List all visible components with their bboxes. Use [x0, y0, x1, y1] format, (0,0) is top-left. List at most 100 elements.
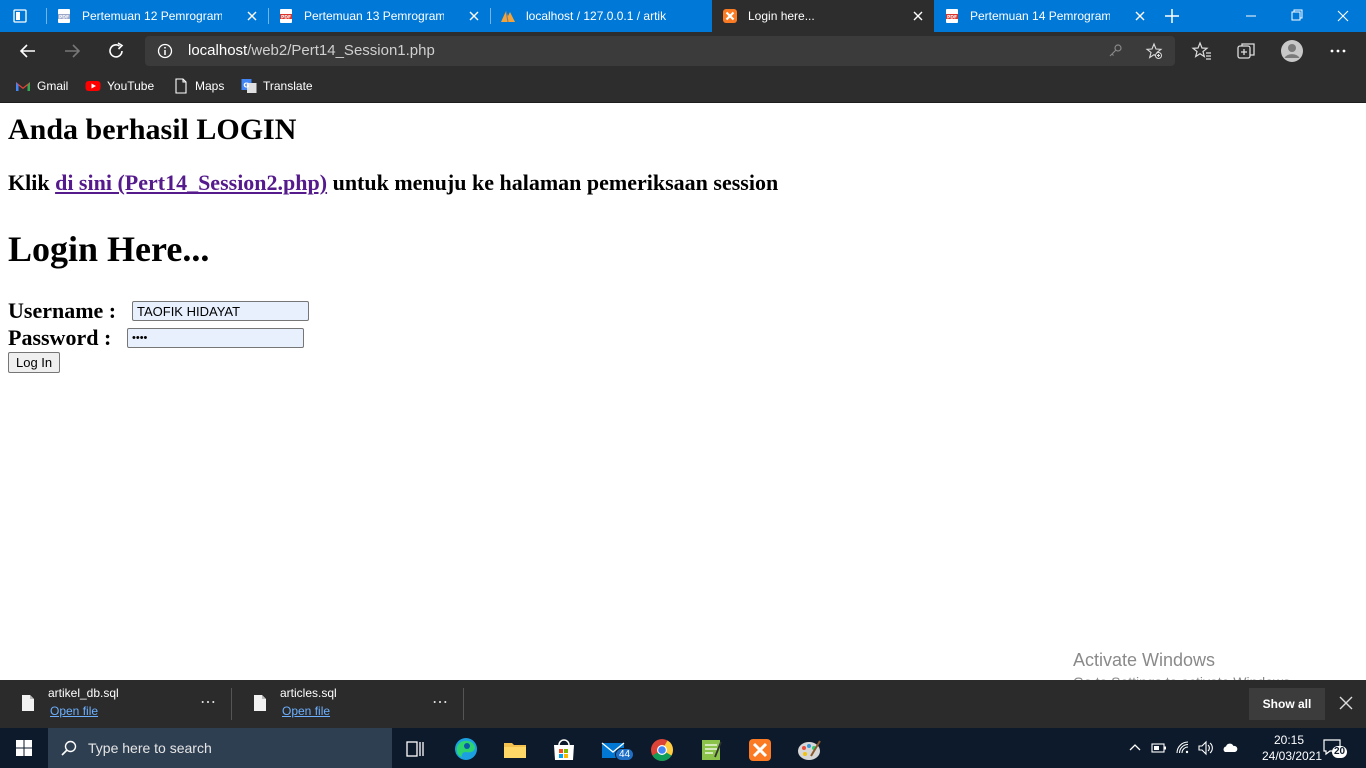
tab-separator	[46, 8, 47, 24]
page-icon	[175, 78, 187, 94]
file-explorer-icon[interactable]	[495, 732, 535, 768]
youtube-icon	[85, 81, 101, 91]
phpmyadmin-icon	[501, 10, 515, 23]
downloads-bar: artikel_db.sql Open file ⋯ articles.sql …	[0, 680, 1366, 728]
browser-toolbar: localhost/web2/Pert14_Session1.php	[0, 32, 1366, 70]
download-item[interactable]: articles.sql Open file ⋯	[232, 680, 464, 728]
close-tab-icon[interactable]	[910, 8, 926, 24]
notification-badge: 20	[1332, 746, 1348, 758]
download-filename: artikel_db.sql	[48, 686, 119, 700]
svg-text:PDF: PDF	[59, 14, 69, 20]
translate-icon: G	[241, 79, 257, 93]
mail-badge: 44	[615, 748, 635, 761]
refresh-icon[interactable]	[105, 40, 127, 62]
bookmark-translate[interactable]: G Translate	[241, 77, 316, 95]
svg-text:G: G	[243, 82, 249, 90]
tab-pertemuan-12[interactable]: PDF Pertemuan 12 Pemrograman	[46, 0, 268, 32]
favorites-icon[interactable]	[1191, 40, 1213, 62]
new-tab-icon[interactable]	[1162, 6, 1182, 26]
system-clock[interactable]: 20:15 24/03/2021	[1262, 732, 1322, 764]
bookmark-gmail[interactable]: Gmail	[15, 77, 75, 95]
back-icon[interactable]	[17, 40, 39, 62]
xampp-taskbar-icon[interactable]	[740, 732, 780, 768]
info-icon[interactable]	[157, 43, 173, 59]
tab-title: localhost / 127.0.0.1 / artikel	[526, 9, 666, 23]
open-file-link[interactable]: Open file	[50, 704, 98, 718]
pdf-icon: PDF	[946, 9, 958, 23]
tab-title: Pertemuan 13 Pemrograman	[304, 9, 444, 23]
restore-icon[interactable]	[1274, 0, 1320, 32]
search-icon	[61, 740, 77, 756]
tab-phpmyadmin[interactable]: localhost / 127.0.0.1 / artikel	[490, 0, 712, 32]
session2-link[interactable]: di sini (Pert14_Session2.php)	[55, 170, 327, 195]
chevron-up-icon[interactable]	[1127, 740, 1143, 756]
volume-icon[interactable]	[1197, 740, 1213, 756]
close-tab-icon[interactable]	[466, 8, 482, 24]
close-window-icon[interactable]	[1320, 0, 1366, 32]
pdf-icon: PDF	[58, 9, 70, 23]
profile-avatar-icon[interactable]	[1280, 39, 1304, 63]
klik-prefix: Klik	[8, 170, 50, 195]
url-path: /web2/Pert14_Session1.php	[247, 42, 435, 59]
show-all-downloads-button[interactable]: Show all	[1249, 688, 1325, 720]
login-button[interactable]: Log In	[8, 352, 61, 373]
bookmark-maps[interactable]: Maps	[173, 77, 228, 95]
bookmark-youtube[interactable]: YouTube	[85, 77, 157, 95]
gmail-icon	[16, 82, 30, 91]
file-icon	[22, 695, 34, 711]
battery-icon[interactable]	[1151, 740, 1167, 756]
bookmark-label: Maps	[195, 79, 225, 93]
page-content: Anda berhasil LOGIN Klik di sini (Pert14…	[0, 103, 1366, 680]
tab-title: Login here...	[748, 9, 815, 23]
address-bar[interactable]: localhost/web2/Pert14_Session1.php	[145, 36, 1175, 66]
taskbar-search-box[interactable]: Type here to search	[48, 728, 392, 768]
tab-separator	[490, 8, 491, 24]
wifi-icon[interactable]	[1175, 740, 1191, 756]
paint-icon[interactable]	[789, 732, 829, 768]
task-view-icon[interactable]	[396, 732, 436, 768]
download-separator	[463, 688, 464, 720]
download-filename: articles.sql	[280, 686, 337, 700]
download-more-icon[interactable]: ⋯	[200, 692, 216, 712]
close-tab-icon[interactable]	[244, 8, 260, 24]
tab-pertemuan-14[interactable]: PDF Pertemuan 14 Pemrograman	[934, 0, 1156, 32]
key-icon[interactable]	[1107, 43, 1123, 59]
password-row: Password :	[8, 325, 304, 351]
download-more-icon[interactable]: ⋯	[432, 692, 448, 712]
watermark-line1: Activate Windows	[1073, 650, 1216, 670]
svg-text:PDF: PDF	[281, 14, 291, 20]
open-file-link[interactable]: Open file	[282, 704, 330, 718]
more-options-icon[interactable]	[1327, 40, 1349, 62]
bookmark-label: Translate	[263, 79, 313, 93]
tab-title: Pertemuan 12 Pemrograman	[82, 9, 222, 23]
url-host: localhost	[188, 42, 248, 59]
collections-icon[interactable]	[1235, 40, 1257, 62]
tab-login-here[interactable]: Login here...	[712, 0, 934, 32]
tab-pertemuan-13[interactable]: PDF Pertemuan 13 Pemrograman	[268, 0, 490, 32]
close-tab-icon[interactable]	[1132, 8, 1148, 24]
microsoft-store-icon[interactable]	[544, 732, 584, 768]
bookmarks-bar: Gmail YouTube Maps G Translate	[0, 70, 1366, 103]
password-field[interactable]	[127, 328, 304, 348]
onedrive-icon[interactable]	[1222, 740, 1238, 756]
password-label: Password :	[8, 325, 112, 350]
login-success-heading: Anda berhasil LOGIN	[8, 113, 297, 146]
mail-app[interactable]: 44	[593, 732, 635, 768]
close-downloads-icon[interactable]	[1337, 694, 1355, 712]
chrome-icon[interactable]	[642, 732, 682, 768]
download-item[interactable]: artikel_db.sql Open file ⋯	[0, 680, 232, 728]
login-heading: Login Here...	[8, 229, 210, 269]
tab-actions-icon[interactable]	[12, 8, 28, 24]
username-field[interactable]	[132, 301, 309, 321]
bookmark-label: YouTube	[107, 79, 155, 93]
xampp-icon	[723, 9, 737, 23]
file-icon	[254, 695, 266, 711]
edge-browser-icon[interactable]	[446, 732, 486, 768]
notepad-plus-icon[interactable]	[691, 732, 731, 768]
browser-tab-strip: PDF Pertemuan 12 Pemrograman PDF Pertemu…	[0, 0, 1366, 32]
add-favorite-icon[interactable]	[1145, 42, 1163, 60]
action-center[interactable]: 20	[1322, 736, 1350, 762]
forward-icon[interactable]	[61, 40, 83, 62]
minimize-icon[interactable]	[1228, 0, 1274, 32]
windows-start-icon[interactable]	[0, 728, 48, 768]
